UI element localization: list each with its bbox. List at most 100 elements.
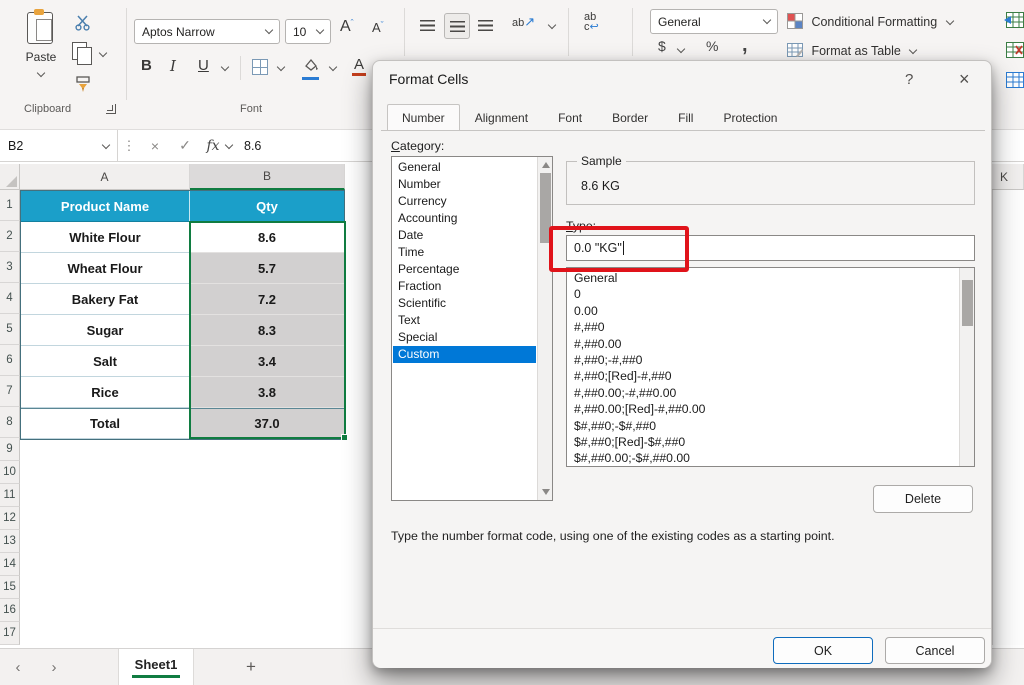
category-item[interactable]: Accounting — [393, 210, 536, 227]
font-name-combo[interactable]: Aptos Narrow — [134, 19, 280, 44]
format-cells-button[interactable] — [1004, 72, 1024, 93]
format-code-item[interactable]: #,##0;-#,##0 — [568, 352, 958, 368]
comma-style-button[interactable]: , — [742, 34, 748, 57]
format-code-item[interactable]: #,##0 — [568, 319, 958, 335]
font-size-combo[interactable]: 10 — [285, 19, 331, 44]
bold-button[interactable]: B — [141, 57, 152, 74]
borders-button[interactable] — [252, 59, 268, 75]
cell-a3[interactable]: Wheat Flour — [21, 253, 190, 284]
delete-cells-button[interactable] — [1004, 42, 1024, 63]
middle-align-button[interactable] — [444, 13, 470, 39]
cell-a4[interactable]: Bakery Fat — [21, 284, 190, 315]
cell-b2-active[interactable]: 8.6 — [190, 222, 344, 253]
category-item[interactable]: Currency — [393, 193, 536, 210]
font-color-button[interactable]: A — [352, 56, 366, 76]
sheet-tab-sheet1[interactable]: Sheet1 — [118, 649, 194, 685]
cell-b4[interactable]: 7.2 — [190, 284, 344, 315]
cell-b7[interactable]: 3.8 — [190, 377, 344, 408]
format-code-item[interactable]: $#,##0.00;-$#,##0.00 — [568, 450, 958, 466]
row-header[interactable]: 1 — [0, 190, 20, 221]
cell-a8-total[interactable]: Total — [21, 408, 190, 439]
column-header-k[interactable]: K — [992, 164, 1024, 190]
borders-dropdown-chevron[interactable] — [276, 62, 286, 72]
row-header[interactable]: 17 — [0, 622, 20, 645]
orientation-button[interactable]: ab↗ — [512, 14, 535, 30]
row-header[interactable]: 16 — [0, 599, 20, 622]
cancel-entry-button[interactable]: × — [140, 138, 170, 154]
cell-b8-total[interactable]: 37.0 — [190, 408, 344, 439]
format-code-item[interactable]: #,##0.00;[Red]-#,##0.00 — [568, 401, 958, 417]
type-input[interactable]: 0.0 "KG" — [566, 235, 975, 261]
format-scroll-thumb[interactable] — [962, 280, 973, 326]
clipboard-dialog-launcher[interactable] — [106, 104, 116, 114]
category-item[interactable]: Scientific — [393, 295, 536, 312]
insert-function-button[interactable]: fx — [200, 138, 226, 154]
conditional-formatting-button[interactable]: Conditional Formatting — [787, 13, 954, 31]
next-sheet-button[interactable]: › — [36, 659, 72, 676]
scroll-down-icon[interactable] — [542, 489, 550, 495]
row-header[interactable]: 12 — [0, 507, 20, 530]
tab-border[interactable]: Border — [597, 105, 664, 131]
category-item[interactable]: Percentage — [393, 261, 536, 278]
row-header[interactable]: 2 — [0, 221, 20, 252]
cell-b3[interactable]: 5.7 — [190, 253, 344, 284]
cut-button[interactable] — [72, 12, 92, 32]
cell-b5[interactable]: 8.3 — [190, 315, 344, 346]
cell-a7[interactable]: Rice — [21, 377, 190, 408]
row-header[interactable]: 15 — [0, 576, 20, 599]
category-item[interactable]: General — [393, 159, 536, 176]
dialog-close-button[interactable]: × — [959, 69, 970, 90]
accounting-format-button[interactable]: $ — [658, 38, 666, 54]
name-box[interactable]: B2 — [0, 129, 118, 162]
tab-number[interactable]: Number — [387, 104, 460, 131]
column-k-cells[interactable] — [992, 190, 1024, 645]
underline-button[interactable]: U — [198, 57, 209, 74]
category-item[interactable]: Time — [393, 244, 536, 261]
shrink-font-button[interactable]: Aˇ — [372, 20, 384, 35]
select-all-corner[interactable] — [0, 164, 20, 190]
enter-entry-button[interactable]: ✓ — [170, 137, 200, 154]
row-header[interactable]: 13 — [0, 530, 20, 553]
format-code-item[interactable]: 0.00 — [568, 303, 958, 319]
category-scrollbar[interactable] — [537, 157, 552, 500]
ok-button[interactable]: OK — [773, 637, 873, 664]
grow-font-button[interactable]: Aˆ — [340, 18, 354, 36]
insert-cells-button[interactable] — [1004, 12, 1024, 33]
wrap-text-button[interactable]: ab c↩ — [584, 12, 599, 33]
italic-button[interactable]: I — [170, 57, 176, 75]
row-header[interactable]: 5 — [0, 314, 20, 345]
delete-button[interactable]: Delete — [873, 485, 973, 513]
format-list-scrollbar[interactable] — [959, 268, 974, 466]
category-item[interactable]: Number — [393, 176, 536, 193]
category-item[interactable]: Date — [393, 227, 536, 244]
tab-protection[interactable]: Protection — [708, 105, 793, 131]
format-code-item[interactable]: #,##0.00;-#,##0.00 — [568, 385, 958, 401]
add-sheet-button[interactable]: + — [246, 657, 256, 677]
format-as-table-button[interactable]: Format as Table — [787, 42, 918, 60]
dialog-help-button[interactable]: ? — [905, 71, 913, 88]
cell-a6[interactable]: Salt — [21, 346, 190, 377]
copy-button[interactable] — [72, 42, 92, 65]
format-code-item[interactable]: #,##0.00 — [568, 336, 958, 352]
cell-a2[interactable]: White Flour — [21, 222, 190, 253]
row-header[interactable]: 3 — [0, 252, 20, 283]
row-header[interactable]: 4 — [0, 283, 20, 314]
category-list[interactable]: General Number Currency Accounting Date … — [391, 156, 553, 501]
format-code-item[interactable]: 0 — [568, 286, 958, 302]
cell-a5[interactable]: Sugar — [21, 315, 190, 346]
format-code-item[interactable]: $#,##0;-$#,##0 — [568, 418, 958, 434]
category-item[interactable]: Text — [393, 312, 536, 329]
underline-dropdown-chevron[interactable] — [220, 62, 230, 72]
fill-color-dropdown-chevron[interactable] — [328, 62, 338, 72]
row-header[interactable]: 10 — [0, 461, 20, 484]
top-align-button[interactable] — [420, 20, 435, 31]
format-painter-button[interactable] — [72, 74, 94, 94]
fill-color-button[interactable] — [302, 58, 320, 80]
orientation-dropdown-chevron[interactable] — [547, 20, 557, 30]
column-header-b[interactable]: B — [190, 164, 345, 190]
column-header-a[interactable]: A — [20, 164, 190, 190]
scroll-up-icon[interactable] — [542, 162, 550, 168]
paste-button[interactable]: Paste — [20, 9, 62, 90]
format-code-item[interactable]: #,##0;[Red]-#,##0 — [568, 368, 958, 384]
row-header[interactable]: 11 — [0, 484, 20, 507]
